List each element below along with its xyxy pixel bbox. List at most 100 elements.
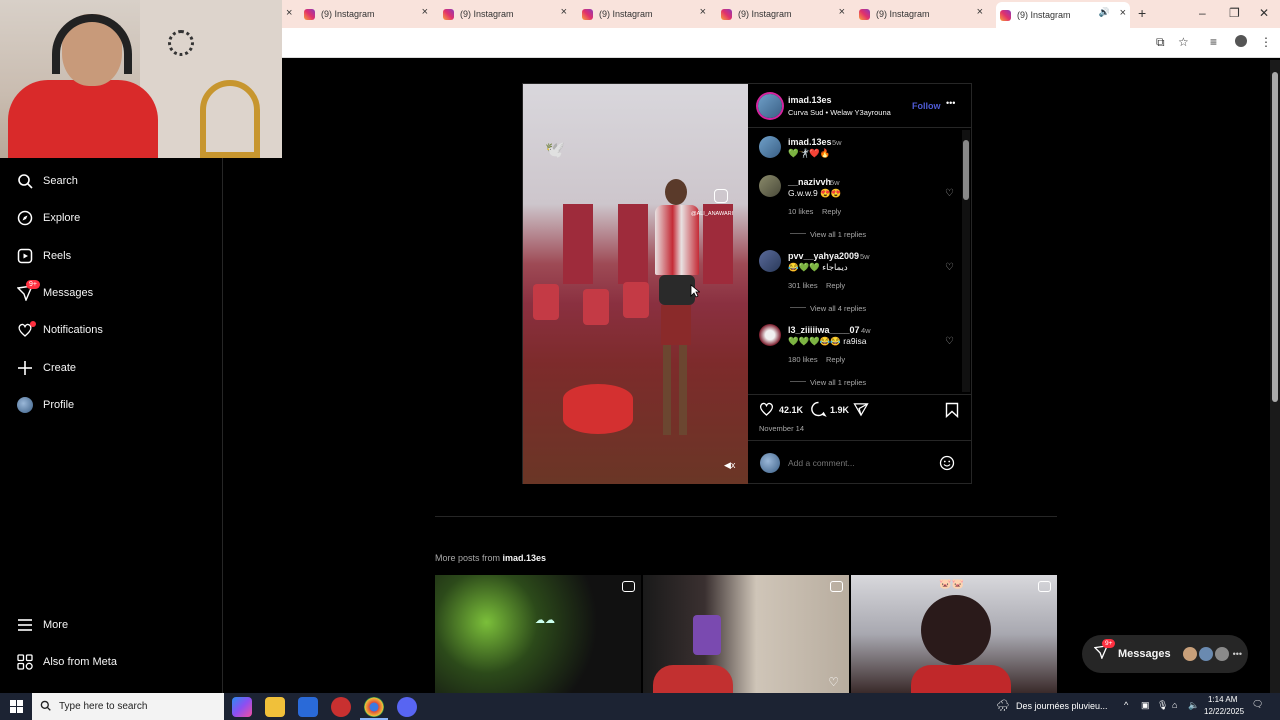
- more-post-thumbnail[interactable]: 🐷🐷: [851, 575, 1057, 693]
- chrome-icon[interactable]: [364, 697, 384, 717]
- restore-button[interactable]: ❐: [1229, 6, 1240, 20]
- tab-close-icon[interactable]: ×: [561, 6, 567, 18]
- save-icon[interactable]: [945, 402, 959, 423]
- view-replies-button[interactable]: View all 1 replies: [810, 378, 866, 387]
- share-icon[interactable]: [853, 402, 869, 422]
- weather-text[interactable]: Des journées pluvieu...: [1016, 701, 1108, 711]
- taskbar-search-box[interactable]: Type here to search: [32, 693, 224, 720]
- sidebar-item-explore[interactable]: Explore: [16, 206, 80, 230]
- copilot-icon[interactable]: [232, 697, 252, 717]
- likes-count[interactable]: 42.1K: [779, 405, 803, 415]
- speaker-icon[interactable]: 🔊: [1099, 7, 1110, 18]
- volume-icon[interactable]: 🔈: [1188, 700, 1199, 711]
- comment-icon[interactable]: [810, 401, 827, 422]
- commenter-avatar[interactable]: [759, 175, 781, 197]
- browser-tab-active[interactable]: (9) Instagram 🔊 ×: [996, 2, 1130, 28]
- sidebar-item-notifications[interactable]: Notifications: [16, 318, 103, 342]
- wall-clock: [168, 30, 194, 56]
- sidebar-item-messages[interactable]: 9+ Messages: [16, 280, 93, 305]
- comment-likes[interactable]: 301 likes: [788, 281, 818, 290]
- discord-icon[interactable]: [397, 697, 417, 717]
- browser-tab[interactable]: (9) Instagram ×: [300, 4, 432, 24]
- tab-close-icon[interactable]: ×: [1120, 7, 1126, 19]
- minimize-button[interactable]: –: [1199, 6, 1206, 20]
- commenter-avatar[interactable]: [759, 250, 781, 272]
- comment-username[interactable]: l3_ziiiiiwa____07: [788, 325, 860, 335]
- tab-close-icon[interactable]: ×: [839, 6, 845, 18]
- install-app-icon[interactable]: ⧉: [1156, 35, 1165, 50]
- tray-app-icon[interactable]: ▣: [1141, 700, 1150, 711]
- caption-username[interactable]: imad.13es: [788, 137, 832, 147]
- network-icon[interactable]: ⌂: [1172, 700, 1177, 710]
- browser-tab[interactable]: (9) Instagram ×: [855, 4, 987, 24]
- comment-likes[interactable]: 10 likes: [788, 207, 813, 216]
- browser-tab[interactable]: (9) Instagram ×: [578, 4, 710, 24]
- browser-tab[interactable]: (9) Instagram ×: [439, 4, 571, 24]
- notification-center-icon[interactable]: 🗨: [1252, 699, 1263, 710]
- app-icon[interactable]: [331, 697, 351, 717]
- emoji-icon[interactable]: [939, 455, 955, 476]
- comment-text: 💚💚💚😂😂 ra9isa: [788, 336, 867, 346]
- view-replies-button[interactable]: View all 1 replies: [810, 230, 866, 239]
- author-avatar[interactable]: [758, 94, 782, 118]
- more-post-thumbnail[interactable]: ♡: [643, 575, 849, 693]
- comments-count[interactable]: 1.9K: [830, 405, 849, 415]
- sidebar-item-label: Reels: [43, 250, 72, 262]
- more-posts-username[interactable]: imad.13es: [503, 553, 547, 563]
- comments-scrollbar[interactable]: [962, 130, 970, 392]
- menu-icon: [16, 616, 34, 634]
- sidebar-item-label: Profile: [43, 399, 75, 411]
- comment-like-icon[interactable]: ♡: [945, 188, 954, 199]
- commenter-avatar[interactable]: [759, 324, 781, 346]
- commenter-avatar[interactable]: [759, 136, 781, 158]
- follow-button[interactable]: Follow: [912, 101, 941, 111]
- tab-close-icon[interactable]: ×: [422, 6, 428, 18]
- browser-menu-icon[interactable]: ⋮: [1260, 35, 1272, 49]
- messages-label: Messages: [1118, 648, 1171, 660]
- more-options-icon[interactable]: •••: [946, 98, 955, 108]
- tab-close-icon[interactable]: ×: [977, 6, 983, 18]
- mute-icon[interactable]: ◀x: [724, 460, 735, 471]
- sidebar-item-more[interactable]: More: [16, 613, 68, 637]
- tab-close-icon[interactable]: ×: [700, 6, 706, 18]
- audio-subtitle[interactable]: Curva Sud • Welaw Y3ayrouna: [788, 108, 891, 117]
- comment-reply-button[interactable]: Reply: [826, 355, 845, 364]
- messages-floating-button[interactable]: 9+ Messages •••: [1082, 635, 1248, 673]
- sidebar-item-reels[interactable]: Reels: [16, 244, 71, 268]
- comment-like-icon[interactable]: ♡: [945, 262, 954, 273]
- comment-like-icon[interactable]: ♡: [945, 336, 954, 347]
- tab-close-icon[interactable]: ×: [286, 7, 292, 19]
- comment-reply-button[interactable]: Reply: [826, 281, 845, 290]
- comment-username[interactable]: pvv__yahya2009: [788, 251, 859, 261]
- tray-expand-icon[interactable]: ^: [1124, 700, 1128, 710]
- browser-tab[interactable]: (9) Instagram ×: [717, 4, 849, 24]
- file-explorer-icon[interactable]: [265, 697, 285, 717]
- sidebar-item-search[interactable]: Search: [16, 169, 78, 193]
- clock-time[interactable]: 1:14 AM: [1208, 695, 1237, 704]
- view-replies-button[interactable]: View all 4 replies: [810, 304, 866, 313]
- comment-username[interactable]: __nazivvh: [788, 177, 831, 187]
- clock-date[interactable]: 12/22/2025: [1204, 707, 1244, 716]
- profile-avatar-icon[interactable]: [1235, 35, 1247, 47]
- microphone-icon[interactable]: 🎙: [1157, 700, 1168, 711]
- bookmark-star-icon[interactable]: ☆: [1178, 35, 1189, 49]
- window-close-button[interactable]: ✕: [1259, 6, 1269, 20]
- new-tab-button[interactable]: +: [1138, 5, 1146, 21]
- sidebar-item-also-from-meta[interactable]: Also from Meta: [16, 650, 117, 674]
- address-bar[interactable]: ⧉ ☆ ≡ ⋮: [282, 28, 1280, 58]
- comment-likes[interactable]: 180 likes: [788, 355, 818, 364]
- page-scrollbar-thumb[interactable]: [1272, 72, 1278, 402]
- page-scrollbar[interactable]: [1270, 60, 1280, 693]
- reel-video[interactable]: 🕊️ @ALI_ANAWARI ◀x: [523, 84, 748, 484]
- comment-reply-button[interactable]: Reply: [822, 207, 841, 216]
- media-controls-icon[interactable]: ≡: [1210, 35, 1217, 49]
- store-icon[interactable]: [298, 697, 318, 717]
- author-username[interactable]: imad.13es: [788, 95, 832, 105]
- sidebar-item-profile[interactable]: Profile: [16, 393, 74, 417]
- windows-start-icon[interactable]: [10, 700, 23, 718]
- more-post-thumbnail[interactable]: ☁☁: [435, 575, 641, 693]
- add-comment-input[interactable]: [788, 456, 928, 470]
- sidebar-item-create[interactable]: Create: [16, 356, 76, 380]
- comments-list: imad.13es 5w 💚🤺❤️🔥 __nazivvh 5w G.w.w.9 …: [748, 128, 972, 393]
- like-icon[interactable]: [758, 401, 775, 422]
